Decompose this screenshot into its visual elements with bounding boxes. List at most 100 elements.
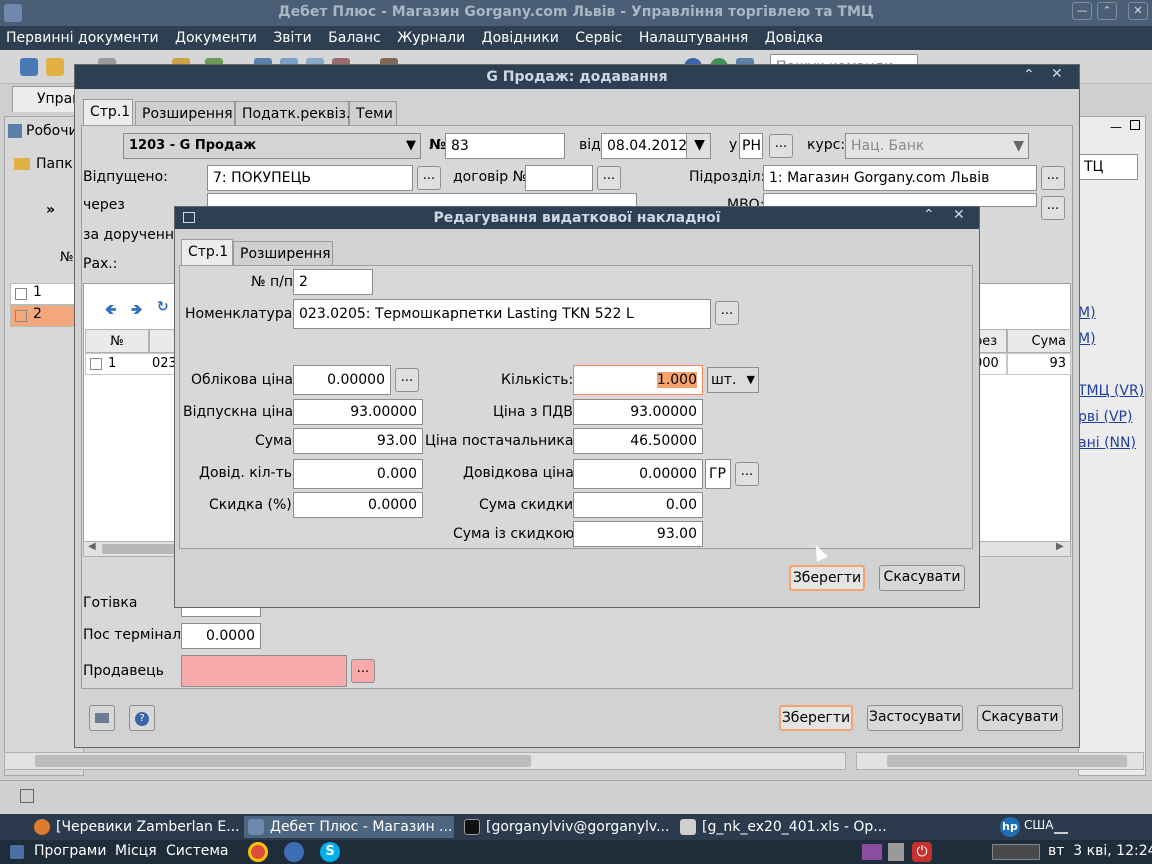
pp-input[interactable]: 2 xyxy=(293,269,373,295)
arrow-left-icon[interactable]: 🡸 xyxy=(105,299,116,323)
sale-min-icon[interactable]: ⌃ xyxy=(1023,67,1035,83)
currency-input[interactable]: РН xyxy=(739,133,763,159)
keyboard-layout[interactable]: США xyxy=(1024,818,1053,832)
pos-input[interactable]: 0.0000 xyxy=(181,623,261,649)
menu-service[interactable]: Сервіс xyxy=(569,26,628,50)
menu-settings[interactable]: Налаштування xyxy=(633,26,754,50)
doc-type-select[interactable]: 1203 - G Продаж ▼ xyxy=(123,133,421,159)
dialog-save-button[interactable]: Зберегти xyxy=(789,565,865,591)
ref-qty-input[interactable]: 0.000 xyxy=(293,459,423,489)
tab-manage[interactable]: Управ xyxy=(12,86,80,112)
edit-tab-extension[interactable]: Розширення xyxy=(233,241,333,267)
monitor-icon[interactable] xyxy=(862,844,882,860)
qty-input[interactable]: 1.000 xyxy=(573,365,703,395)
division-browse-button[interactable]: ... xyxy=(1041,166,1065,190)
chrome-icon[interactable] xyxy=(248,842,268,862)
nomen-browse-button[interactable]: ... xyxy=(715,301,739,325)
contract-input[interactable] xyxy=(525,165,593,191)
ref-currency-browse-button[interactable]: ... xyxy=(735,462,759,486)
ref-price-input[interactable]: 0.00000 xyxy=(573,459,703,489)
task-spreadsheet[interactable]: [g_nk_ex20_401.xls - Op... xyxy=(676,816,886,838)
hp-icon[interactable]: hp xyxy=(1000,817,1020,837)
mvo-input[interactable] xyxy=(763,193,1037,207)
row-checkbox[interactable] xyxy=(15,288,27,300)
contract-browse-button[interactable]: ... xyxy=(597,166,621,190)
network-icon[interactable] xyxy=(1054,820,1068,834)
scroll-thumb[interactable] xyxy=(887,755,1127,767)
task-terminal[interactable]: [gorganylviv@gorganylv... xyxy=(460,816,670,838)
dialog-close-icon[interactable]: ✕ xyxy=(953,207,965,223)
workspace-switcher[interactable] xyxy=(992,844,1040,860)
print-icon[interactable] xyxy=(89,705,115,731)
unit-select[interactable]: шт. ▼ xyxy=(707,367,759,393)
close-icon[interactable]: ✕ xyxy=(1128,2,1148,20)
applications-menu[interactable]: Програми xyxy=(34,843,106,859)
sale-close-icon[interactable]: ✕ xyxy=(1051,66,1063,82)
seller-input[interactable] xyxy=(181,655,347,687)
left-tab-workspace[interactable]: Робочи xyxy=(8,120,78,142)
date-input[interactable]: 08.04.2012 ▼ xyxy=(601,133,711,159)
tab-themes[interactable]: Теми xyxy=(349,101,397,127)
tab-extension[interactable]: Розширення xyxy=(135,101,235,127)
menu-primary-docs[interactable]: Первинні документи xyxy=(0,26,165,50)
left-row-2[interactable]: 2 xyxy=(10,305,82,327)
skype-icon[interactable]: S xyxy=(320,842,340,862)
link-5[interactable]: ані (NN) xyxy=(1078,430,1148,456)
save-button[interactable]: Зберегти xyxy=(779,705,853,731)
clock[interactable]: вт 3 кві, 12:24 xyxy=(1048,843,1152,859)
scroll-right-icon[interactable]: ▶ xyxy=(1056,541,1064,552)
expand-icon[interactable]: » xyxy=(46,202,55,218)
help-icon[interactable]: ? xyxy=(129,705,155,731)
right-panel-max-icon[interactable] xyxy=(1130,120,1140,130)
seller-browse-button[interactable]: ... xyxy=(351,659,375,683)
tab-tax-requisites[interactable]: Податк.реквіз. xyxy=(235,101,350,127)
number-input[interactable]: 83 xyxy=(445,133,565,159)
released-browse-button[interactable]: ... xyxy=(417,166,441,190)
supplier-price-input[interactable]: 46.50000 xyxy=(573,428,703,454)
mvo-browse-button[interactable]: ... xyxy=(1041,196,1065,220)
menu-journals[interactable]: Журнали xyxy=(391,26,471,50)
tab-page1[interactable]: Стр.1 xyxy=(83,99,133,125)
link-3[interactable]: ТМЦ (VR) xyxy=(1078,378,1148,404)
released-input[interactable]: 7: ПОКУПЕЦЬ xyxy=(207,165,413,191)
refresh-icon[interactable]: ↻ xyxy=(157,299,169,315)
row-checkbox[interactable] xyxy=(15,310,27,322)
menu-documents[interactable]: Документи xyxy=(169,26,263,50)
vat-price-input[interactable]: 93.00000 xyxy=(573,399,703,425)
menu-directories[interactable]: Довідники xyxy=(476,26,565,50)
row-checkbox[interactable] xyxy=(90,358,102,370)
left-row-1[interactable]: 1 xyxy=(10,283,82,305)
dialog-cancel-button[interactable]: Скасувати xyxy=(879,565,965,591)
minimize-icon[interactable]: — xyxy=(1072,2,1092,20)
arrow-right-icon[interactable]: 🡺 xyxy=(131,299,142,323)
division-input[interactable]: 1: Магазин Gorgany.com Львів xyxy=(763,165,1037,191)
sum-input[interactable]: 93.00 xyxy=(293,428,423,454)
acc-price-input[interactable]: 0.00000 xyxy=(293,365,391,395)
acc-price-browse-button[interactable]: ... xyxy=(395,368,419,392)
edit-tab-page1[interactable]: Стр.1 xyxy=(181,239,233,265)
right-scrollbar[interactable] xyxy=(856,752,1144,770)
folder-open-icon[interactable] xyxy=(46,58,64,76)
right-panel-min-icon[interactable]: — xyxy=(1110,120,1122,134)
via-input[interactable] xyxy=(207,193,637,207)
calendar-dropdown-icon[interactable]: ▼ xyxy=(686,134,710,158)
places-menu[interactable]: Місця xyxy=(115,843,157,859)
task-debet-plus[interactable]: Дебет Плюс - Магазин ... xyxy=(244,816,454,838)
discount-input[interactable]: 0.0000 xyxy=(293,492,423,518)
power-icon[interactable]: ⏻ xyxy=(912,842,932,862)
maximize-icon[interactable]: ⌃ xyxy=(1097,2,1117,20)
link-4[interactable]: рві (VP) xyxy=(1078,404,1148,430)
sale-price-input[interactable]: 93.00000 xyxy=(293,399,423,425)
left-folder[interactable]: Папк xyxy=(14,156,80,176)
dialog-min-icon[interactable]: ⌃ xyxy=(923,207,935,223)
cancel-button[interactable]: Скасувати xyxy=(977,705,1063,731)
grid-row-1[interactable]: 1 023 xyxy=(85,353,179,375)
thunderbird-icon[interactable] xyxy=(284,842,304,862)
system-menu[interactable]: Система xyxy=(166,843,228,859)
nomen-input[interactable]: 023.0205: Термошкарпетки Lasting TKN 522… xyxy=(293,299,711,329)
task-firefox[interactable]: [Черевики Zamberlan E... xyxy=(30,816,240,838)
scroll-thumb[interactable] xyxy=(35,755,531,767)
menu-reports[interactable]: Звіти xyxy=(267,26,317,50)
ref-currency-input[interactable]: ГР xyxy=(705,459,731,489)
rate-select[interactable]: Нац. Банк ▼ xyxy=(845,133,1029,159)
